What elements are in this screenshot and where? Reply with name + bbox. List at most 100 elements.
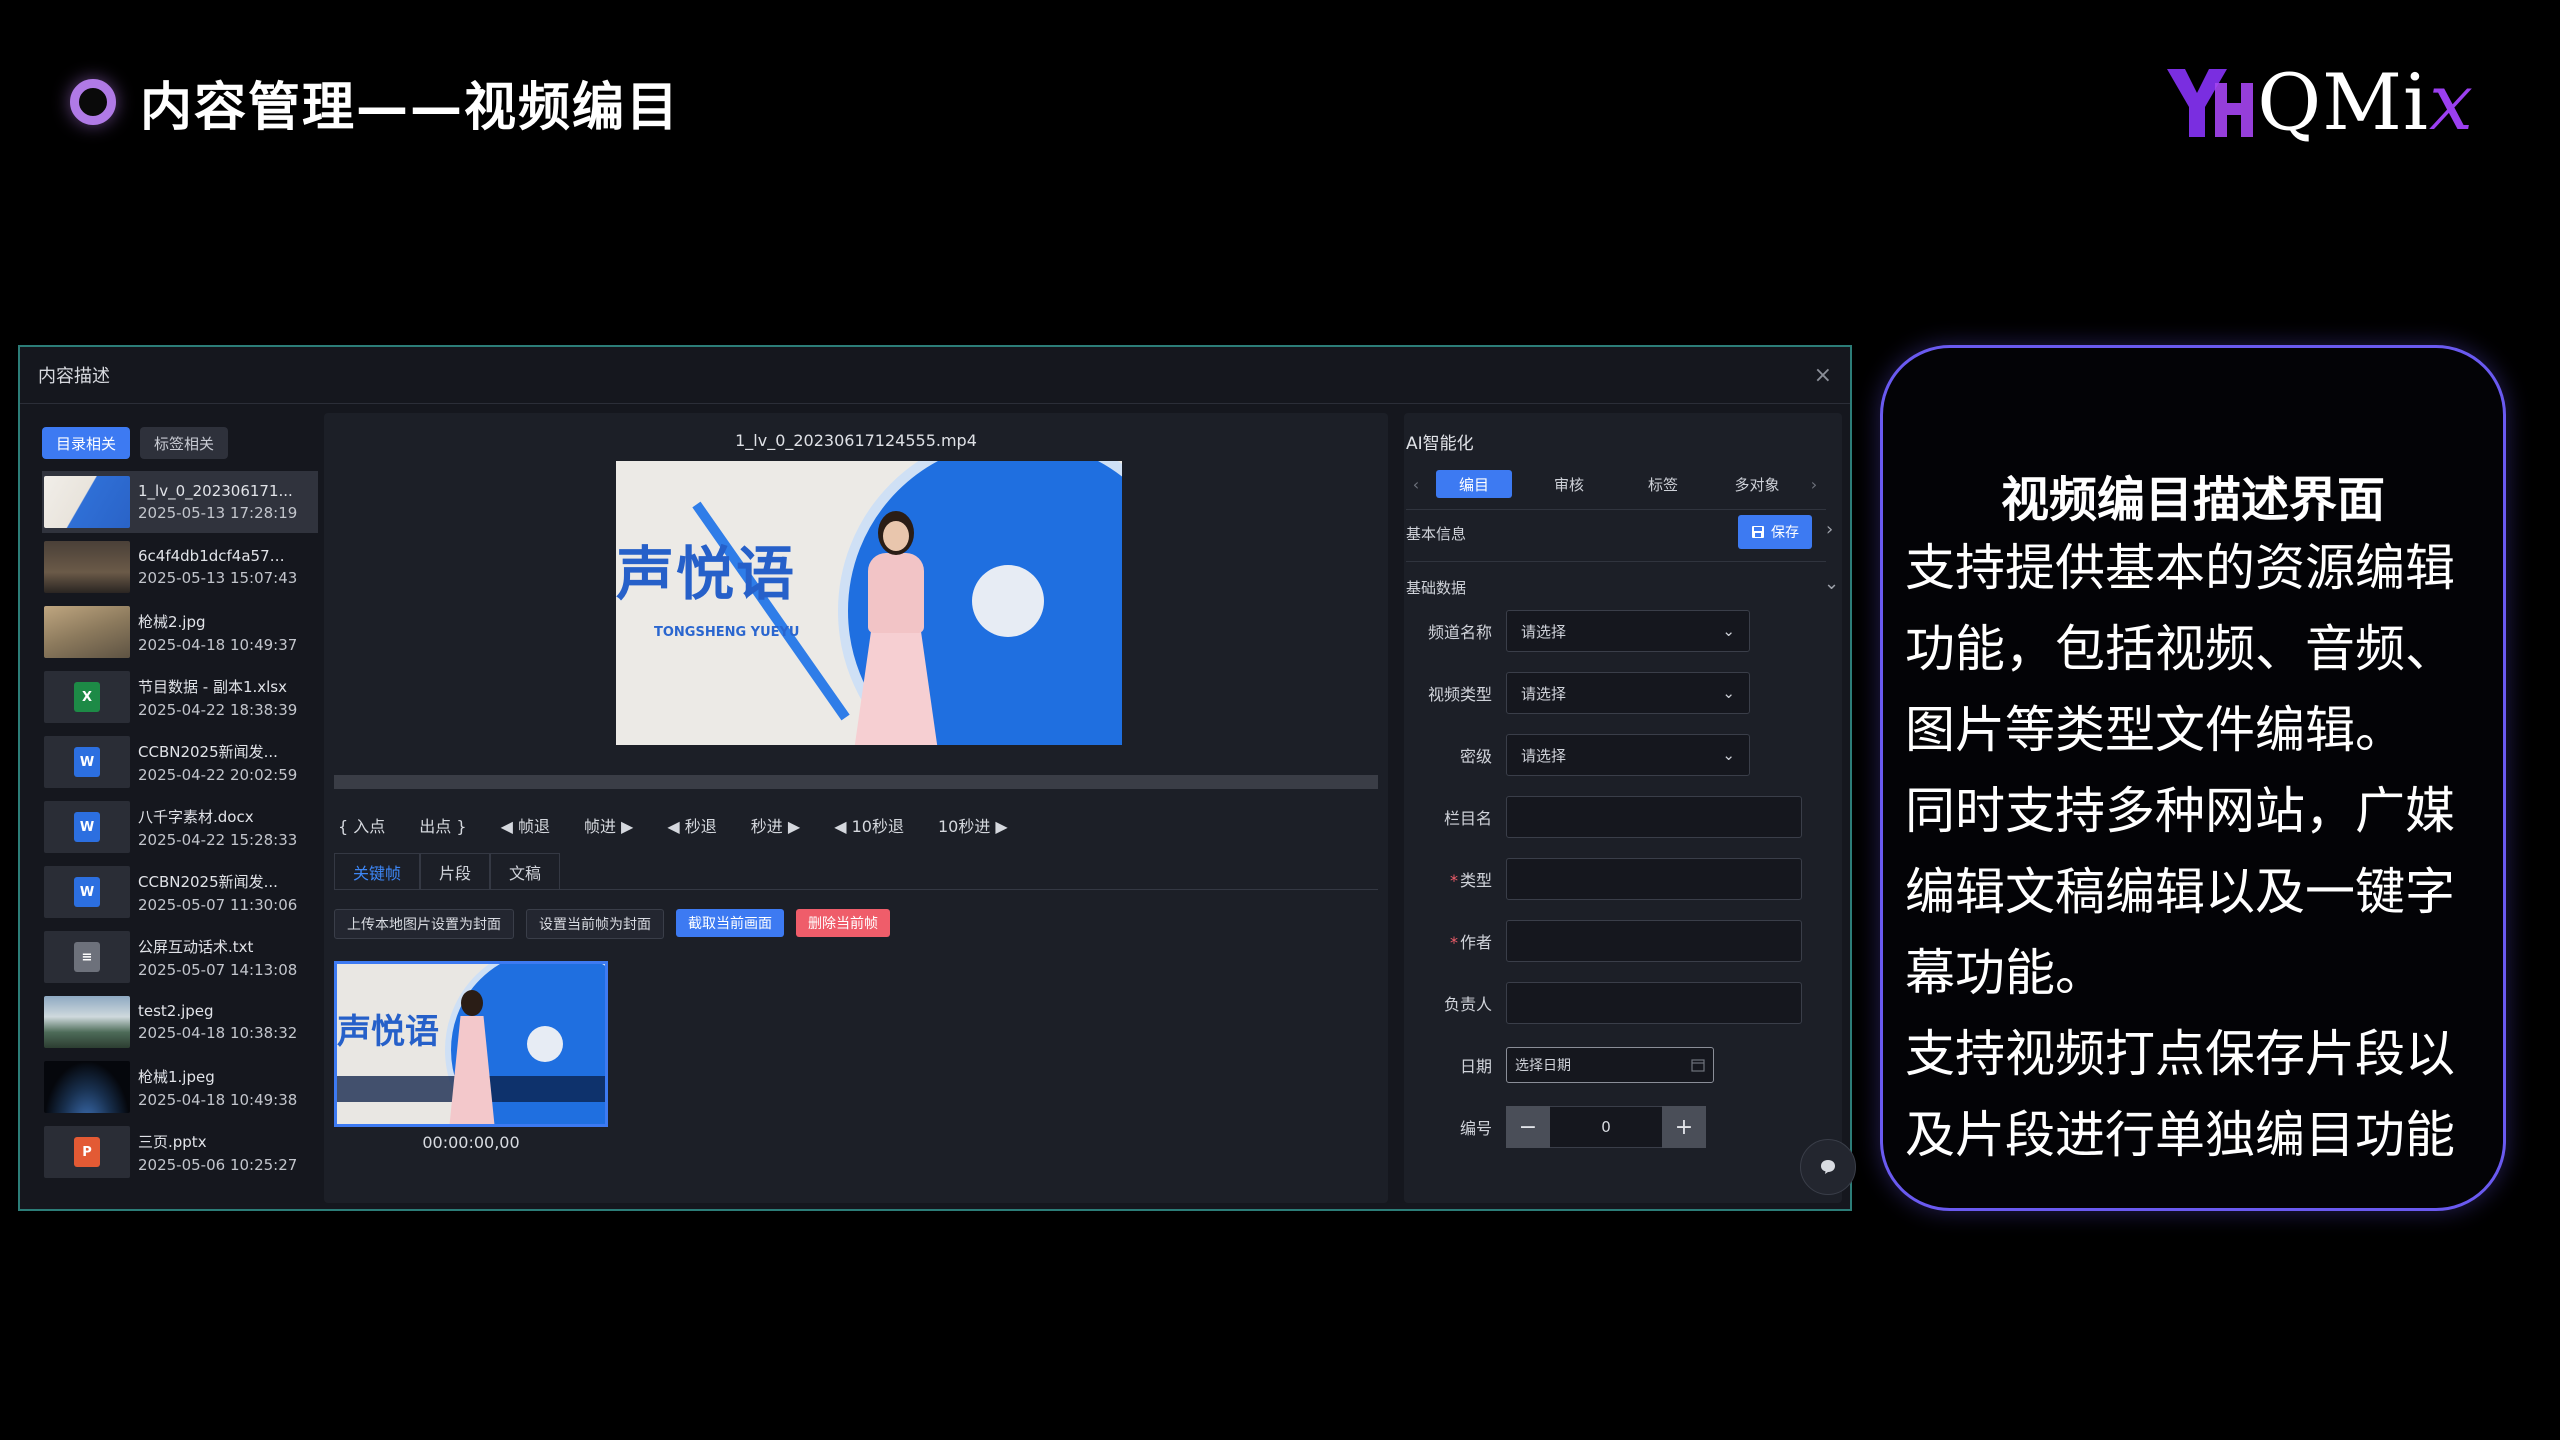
secret-select-value: 请选择 xyxy=(1521,746,1567,765)
catalog-form-panel: AI智能化 ‹ 编目 审核 标签 多对象 › 基本信息 保存 › 基础数据 ⌄ … xyxy=(1404,413,1856,1203)
file-meta: 八千字素材.docx 2025-04-22 15:28:33 xyxy=(138,806,297,849)
file-meta: 枪械2.jpg 2025-04-18 10:49:37 xyxy=(138,611,297,654)
list-item[interactable]: W CCBN2025新闻发... 2025-04-22 20:02:59 xyxy=(42,731,318,793)
save-button[interactable]: 保存 xyxy=(1738,515,1812,549)
type-input[interactable] xyxy=(1506,858,1802,900)
file-thumbnail xyxy=(44,606,130,658)
tab-tags[interactable]: 标签 xyxy=(1616,470,1710,498)
ten-second-forward-button[interactable]: 10秒进 ▶ xyxy=(938,813,1008,837)
file-name: 枪械2.jpg xyxy=(138,612,206,631)
frame-forward-button[interactable]: 帧进 ▶ xyxy=(584,813,633,837)
list-item[interactable]: test2.jpeg 2025-04-18 10:38:32 xyxy=(42,991,318,1053)
mark-out-button[interactable]: 出点 } xyxy=(419,813,466,837)
number-label: 编号 xyxy=(1459,1119,1492,1138)
file-date: 2025-05-07 11:30:06 xyxy=(138,895,298,914)
slide-title-text: 内容管理——视频编目 xyxy=(140,77,681,138)
date-picker[interactable]: 选择日期 xyxy=(1506,1047,1714,1083)
tab-manuscript[interactable]: 文稿 xyxy=(490,853,561,889)
type-label: * 类型 xyxy=(1449,871,1492,890)
number-stepper: − 0 + xyxy=(1506,1106,1706,1148)
slide-title: 内容管理——视频编目 xyxy=(70,66,680,138)
file-thumbnail xyxy=(44,541,130,593)
tab-catalog-related[interactable]: 目录相关 xyxy=(42,427,131,459)
file-date: 2025-04-22 20:02:59 xyxy=(138,765,298,784)
file-name: 三页.pptx xyxy=(138,1132,207,1151)
file-meta: 1_lv_0_202306171... 2025-05-13 17:28:19 xyxy=(138,482,297,522)
content-description-window: 内容描述 × 目录相关 标签相关 1_lv_0_202306171... 2025… xyxy=(18,345,1856,1211)
frame-back-button[interactable]: ◀ 帧退 xyxy=(501,813,550,837)
file-date: 2025-04-18 10:49:38 xyxy=(138,1090,298,1109)
secret-row: 密级 请选择 ⌄ xyxy=(1404,733,1750,777)
file-thumbnail: P xyxy=(44,1126,130,1178)
list-item[interactable]: ≡ 公屏互动话术.txt 2025-05-07 14:13:08 xyxy=(42,926,318,988)
chevron-left-icon[interactable]: ‹ xyxy=(1406,475,1426,494)
basic-info-label: 基本信息 xyxy=(1406,525,1467,543)
tab-keyframes[interactable]: 关键帧 xyxy=(334,853,421,889)
list-item[interactable]: 枪械1.jpeg 2025-04-18 10:49:38 xyxy=(42,1056,318,1118)
save-button-label: 保存 xyxy=(1771,525,1799,541)
word-file-icon: W xyxy=(74,877,100,907)
file-list: 1_lv_0_202306171... 2025-05-13 17:28:19 6c… xyxy=(42,471,318,1183)
channel-select[interactable]: 请选择 ⌄ xyxy=(1506,610,1750,652)
video-preview[interactable]: 声悦语 TONGSHENG YUEYU xyxy=(616,461,1122,745)
second-forward-button[interactable]: 秒进 ▶ xyxy=(751,813,800,837)
upload-cover-button[interactable]: 上传本地图片设置为封面 xyxy=(334,909,514,939)
tab-catalog[interactable]: 编目 xyxy=(1436,470,1512,498)
tab-review[interactable]: 审核 xyxy=(1522,470,1616,498)
tab-multi-object[interactable]: 多对象 xyxy=(1710,470,1804,498)
list-item[interactable]: P 三页.pptx 2025-05-06 10:25:27 xyxy=(42,1121,318,1183)
file-date: 2025-04-18 10:49:37 xyxy=(138,635,298,654)
word-file-icon: W xyxy=(74,812,100,842)
chevron-down-icon[interactable]: ⌄ xyxy=(1824,573,1839,594)
description-paragraph: 支持视频打点保存片段以及片段进行单独编目功能 xyxy=(1905,1025,2455,1164)
close-icon[interactable]: × xyxy=(1814,363,1832,388)
player-sub-tabs: 关键帧 片段 文稿 xyxy=(334,853,1378,890)
chevron-right-icon[interactable]: › xyxy=(1804,475,1824,494)
capture-frame-button[interactable]: 截取当前画面 xyxy=(676,909,784,937)
decrement-button[interactable]: − xyxy=(1506,1106,1550,1148)
list-item[interactable]: W 八千字素材.docx 2025-04-22 15:28:33 xyxy=(42,796,318,858)
keyframe-thumbnail[interactable]: 声悦语 xyxy=(334,961,608,1127)
file-thumbnail: W xyxy=(44,801,130,853)
chevron-right-icon[interactable]: › xyxy=(1826,519,1833,540)
channel-row: 频道名称 请选择 ⌄ xyxy=(1404,609,1750,653)
type-row: * 类型 xyxy=(1404,857,1802,901)
calendar-icon xyxy=(1691,1059,1705,1072)
ten-second-back-button[interactable]: ◀ 10秒退 xyxy=(834,813,904,837)
list-item[interactable]: W CCBN2025新闻发... 2025-05-07 11:30:06 xyxy=(42,861,318,923)
channel-label: 频道名称 xyxy=(1427,623,1492,642)
chat-button[interactable] xyxy=(1800,1139,1856,1195)
column-row: 栏目名 xyxy=(1404,795,1802,839)
list-item[interactable]: X 节目数据 - 副本1.xlsx 2025-04-22 18:38:39 xyxy=(42,666,318,728)
file-list-panel: 目录相关 标签相关 1_lv_0_202306171... 2025-05-13 … xyxy=(42,427,318,1197)
file-date: 2025-04-22 15:28:33 xyxy=(138,830,298,849)
file-thumbnail: W xyxy=(44,866,130,918)
chevron-down-icon: ⌄ xyxy=(1722,684,1735,702)
secret-select[interactable]: 请选择 ⌄ xyxy=(1506,734,1750,776)
file-meta: 三页.pptx 2025-05-06 10:25:27 xyxy=(138,1131,297,1174)
mark-in-button[interactable]: { 入点 xyxy=(338,813,385,837)
column-input[interactable] xyxy=(1506,796,1802,838)
author-input[interactable] xyxy=(1506,920,1802,962)
presenter-figure xyxy=(854,511,938,745)
list-item[interactable]: 6c4f4db1dcf4a5779... 2025-05-13 15:07:43 xyxy=(42,536,318,598)
divider xyxy=(1406,509,1826,510)
channel-select-value: 请选择 xyxy=(1521,622,1567,641)
chat-icon xyxy=(1821,1160,1835,1174)
author-label: * 作者 xyxy=(1449,933,1492,952)
tab-segments[interactable]: 片段 xyxy=(420,853,491,889)
delete-frame-button[interactable]: 删除当前帧 xyxy=(796,909,890,937)
video-type-label: 视频类型 xyxy=(1427,685,1492,704)
list-item[interactable]: 1_lv_0_202306171... 2025-05-13 17:28:19 xyxy=(42,471,318,533)
file-thumbnail xyxy=(44,1061,130,1113)
set-frame-cover-button[interactable]: 设置当前帧为封面 xyxy=(526,909,664,939)
increment-button[interactable]: + xyxy=(1662,1106,1706,1148)
video-progress-bar[interactable] xyxy=(334,775,1378,789)
video-type-select[interactable]: 请选择 ⌄ xyxy=(1506,672,1750,714)
owner-input[interactable] xyxy=(1506,982,1802,1024)
list-item[interactable]: 枪械2.jpg 2025-04-18 10:49:37 xyxy=(42,601,318,663)
second-back-button[interactable]: ◀ 秒退 xyxy=(667,813,716,837)
txt-file-icon: ≡ xyxy=(74,942,100,972)
tab-tag-related[interactable]: 标签相关 xyxy=(140,427,229,459)
number-value[interactable]: 0 xyxy=(1550,1106,1662,1148)
